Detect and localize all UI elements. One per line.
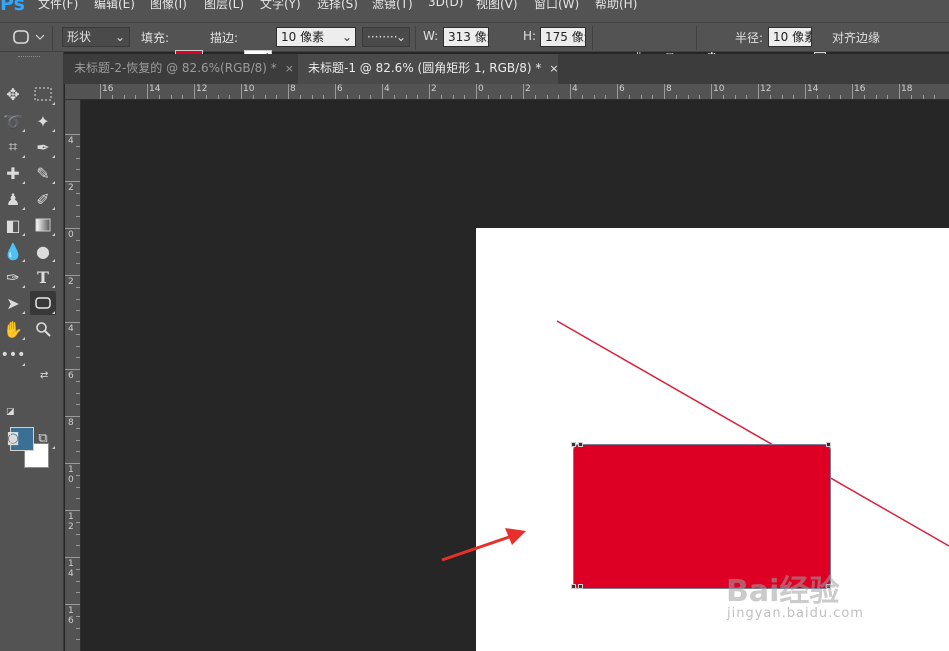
anchor-handle[interactable] (571, 584, 576, 589)
anchor-handle[interactable] (571, 442, 576, 447)
baidu-watermark-logo: Bai经验 (726, 574, 840, 609)
anchor-handle[interactable] (578, 442, 583, 447)
annotation-arrow-icon (441, 528, 526, 562)
baidu-watermark-url: jingyan.baidu.com (727, 606, 864, 621)
anchor-handle[interactable] (578, 584, 583, 589)
anchor-handle[interactable] (826, 442, 831, 447)
